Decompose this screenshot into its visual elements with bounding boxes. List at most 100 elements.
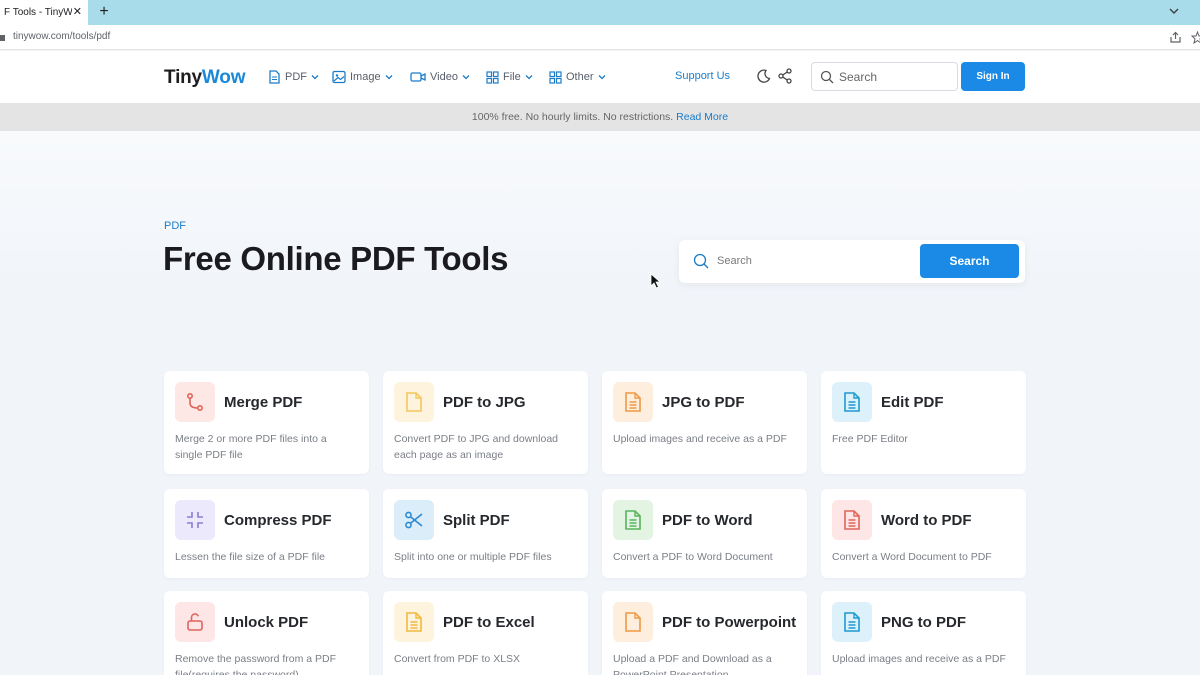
nav-video-label: Video bbox=[430, 71, 458, 83]
tool-card-title: Merge PDF bbox=[224, 394, 303, 411]
header-search bbox=[811, 62, 958, 91]
tool-card-title: JPG to PDF bbox=[662, 394, 745, 411]
notice-text: 100% free. No hourly limits. No restrict… bbox=[471, 111, 674, 123]
logo-main: Tiny bbox=[164, 67, 202, 88]
other-icon bbox=[549, 70, 562, 84]
sign-in-button[interactable]: Sign In bbox=[961, 62, 1025, 91]
tool-card-title: PNG to PDF bbox=[881, 614, 966, 631]
chevron-down-icon bbox=[598, 75, 605, 80]
new-tab-button[interactable]: + bbox=[96, 4, 112, 20]
document-lines-icon bbox=[832, 500, 872, 540]
tool-card-title: Edit PDF bbox=[881, 394, 944, 411]
tool-card[interactable]: Compress PDF Lessen the file size of a PD… bbox=[164, 489, 369, 578]
page-title: Free Online PDF Tools bbox=[163, 240, 509, 277]
tool-card[interactable]: PDF to Powerpoint Upload a PDF and Downlo… bbox=[602, 591, 807, 675]
close-tab-icon[interactable]: ✕ bbox=[73, 6, 82, 18]
chevron-down-icon bbox=[385, 75, 393, 80]
tool-card-title: Unlock PDF bbox=[224, 614, 309, 631]
chevron-down-icon bbox=[525, 75, 533, 80]
browser-tab-title: F Tools - TinyWow bbox=[4, 7, 72, 18]
tool-card-title: Compress PDF bbox=[224, 512, 332, 529]
tool-card-title: PDF to Word bbox=[662, 512, 753, 529]
tool-card[interactable]: PNG to PDF Upload images and receive as a… bbox=[821, 591, 1026, 675]
tool-card-description: Free PDF Editor bbox=[832, 433, 908, 445]
tool-card[interactable]: Word to PDF Convert a Word Document to PD… bbox=[821, 489, 1026, 578]
tool-card-description: Upload a PDF and Download as a PowerPoin… bbox=[613, 653, 772, 675]
nav-image[interactable]: Image bbox=[332, 68, 393, 86]
chevron-down-icon[interactable] bbox=[1168, 5, 1180, 17]
pdf-icon bbox=[269, 70, 280, 84]
tool-card-description: Upload images and receive as a PDF bbox=[832, 653, 1006, 665]
tool-search-button[interactable]: Search bbox=[920, 244, 1019, 278]
document-lines-icon bbox=[613, 500, 653, 540]
address-bar: tinywow.com/tools/pdf bbox=[0, 25, 1200, 50]
nav-other-label: Other bbox=[566, 71, 594, 83]
tool-card-description: Merge 2 or more PDF files into a single … bbox=[175, 433, 327, 461]
mouse-cursor-icon bbox=[650, 273, 661, 289]
tool-card-title: Split PDF bbox=[443, 512, 510, 529]
document-lines-icon bbox=[832, 602, 872, 642]
tool-search-input[interactable] bbox=[717, 252, 897, 270]
tool-card-description: Convert PDF to JPG and download each pag… bbox=[394, 433, 559, 461]
chevron-down-icon bbox=[311, 75, 319, 80]
tool-card[interactable]: Edit PDF Free PDF Editor bbox=[821, 371, 1026, 474]
tool-card-description: Lessen the file size of a PDF file bbox=[175, 551, 325, 563]
nav-video[interactable]: Video bbox=[410, 68, 470, 86]
dark-mode-moon-icon[interactable] bbox=[756, 69, 771, 84]
share-page-icon[interactable] bbox=[1169, 31, 1182, 44]
tool-card-title: Word to PDF bbox=[881, 512, 972, 529]
document-icon bbox=[394, 382, 434, 422]
document-icon bbox=[613, 602, 653, 642]
tool-card[interactable]: PDF to JPG Convert PDF to JPG and downloa… bbox=[383, 371, 588, 474]
tool-card-description: Convert from PDF to XLSX bbox=[394, 653, 521, 665]
tool-search: Search bbox=[679, 240, 1025, 283]
unlock-icon bbox=[175, 602, 215, 642]
browser-tab-bar: F Tools - TinyWow ✕ + bbox=[0, 0, 1200, 25]
tool-card[interactable]: PDF to Excel Convert from PDF to XLSX bbox=[383, 591, 588, 675]
nav-file-label: File bbox=[503, 71, 521, 83]
header-search-input[interactable] bbox=[839, 68, 949, 85]
notice-bar: 100% free. No hourly limits. No restrict… bbox=[0, 103, 1200, 131]
tool-card[interactable]: Split PDF Split into one or multiple PDF … bbox=[383, 489, 588, 578]
tool-card[interactable]: Merge PDF Merge 2 or more PDF files into … bbox=[164, 371, 369, 474]
nav-pdf[interactable]: PDF bbox=[268, 68, 319, 86]
breadcrumb[interactable]: PDF bbox=[164, 220, 186, 232]
tool-card[interactable]: PDF to Word Convert a PDF to Word Documen… bbox=[602, 489, 807, 578]
merge-icon bbox=[175, 382, 215, 422]
video-icon bbox=[410, 72, 426, 82]
nav-file[interactable]: File bbox=[486, 68, 533, 86]
tool-card-title: PDF to Powerpoint bbox=[662, 614, 797, 631]
lock-icon bbox=[0, 35, 5, 41]
logo-accent: Wow bbox=[201, 67, 246, 88]
search-icon bbox=[820, 70, 834, 84]
tool-card-description: Upload images and receive as a PDF bbox=[613, 433, 787, 445]
document-lines-icon bbox=[394, 602, 434, 642]
document-lines-icon bbox=[613, 382, 653, 422]
compress-icon bbox=[175, 500, 215, 540]
tool-card-description: Convert a Word Document to PDF bbox=[832, 551, 992, 563]
tool-card-description: Split into one or multiple PDF files bbox=[394, 551, 552, 563]
image-icon bbox=[332, 70, 346, 84]
support-us-link[interactable]: Support Us bbox=[675, 70, 730, 82]
browser-tab[interactable]: F Tools - TinyWow ✕ bbox=[0, 0, 88, 25]
bookmark-star-icon[interactable] bbox=[1191, 31, 1200, 44]
tool-card-title: PDF to Excel bbox=[443, 614, 535, 631]
share-icon[interactable] bbox=[777, 68, 793, 84]
site-header: TinyWow PDF Image Video File Other Suppo… bbox=[0, 51, 1200, 103]
chevron-down-icon bbox=[462, 75, 470, 80]
nav-image-label: Image bbox=[350, 71, 381, 83]
scissors-icon bbox=[394, 500, 434, 540]
document-lines-icon bbox=[832, 382, 872, 422]
url-text[interactable]: tinywow.com/tools/pdf bbox=[13, 31, 110, 42]
tool-card[interactable]: JPG to PDF Upload images and receive as a… bbox=[602, 371, 807, 474]
tool-card[interactable]: Unlock PDF Remove the password from a PDF… bbox=[164, 591, 369, 675]
tool-card-description: Convert a PDF to Word Document bbox=[613, 551, 773, 563]
search-icon bbox=[693, 253, 709, 269]
tool-card-description: Remove the password from a PDF file(requ… bbox=[175, 653, 337, 675]
tinywow-logo[interactable]: TinyWow bbox=[164, 67, 245, 89]
read-more-link[interactable]: Read More bbox=[676, 111, 728, 123]
file-icon bbox=[486, 70, 499, 84]
nav-pdf-label: PDF bbox=[285, 71, 307, 83]
tool-card-title: PDF to JPG bbox=[443, 394, 526, 411]
nav-other[interactable]: Other bbox=[549, 68, 606, 86]
